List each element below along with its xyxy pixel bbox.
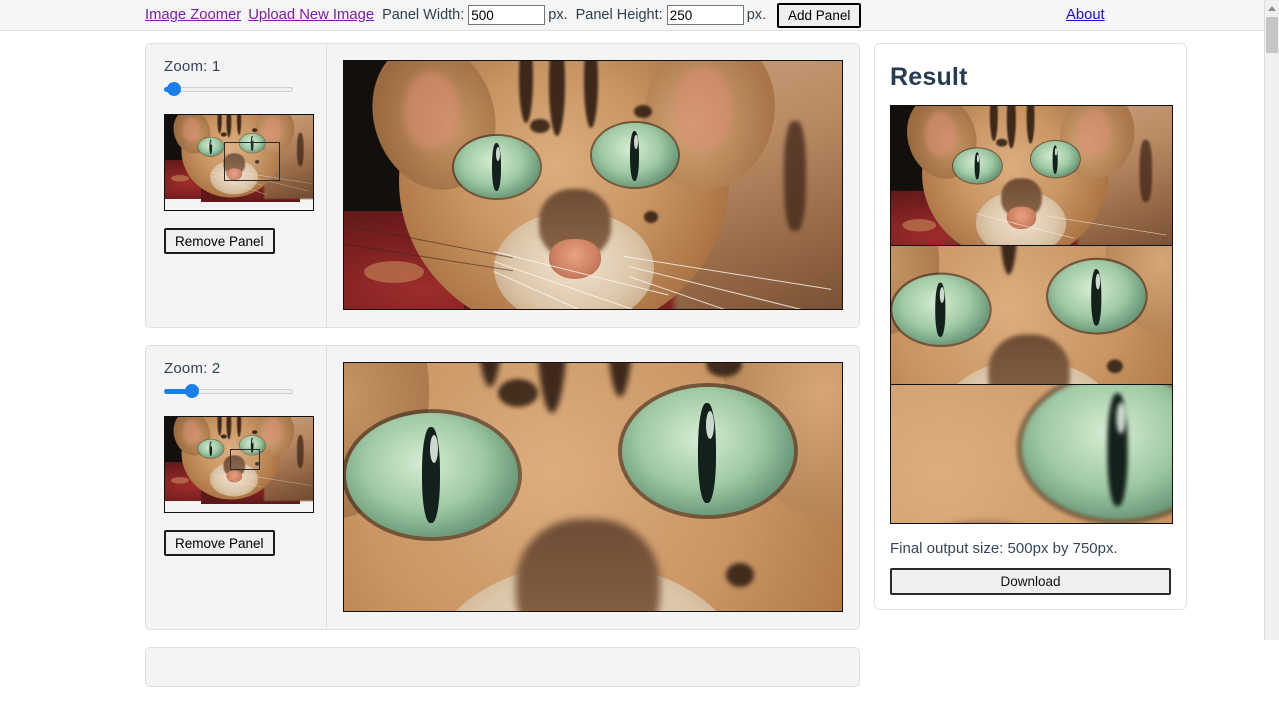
thumbnail-selection-box[interactable] [230, 449, 260, 471]
scrollbar-thumb[interactable] [1266, 17, 1278, 53]
panel-controls: Zoom: 2 Remove Panel [146, 346, 327, 629]
panel-preview-area [327, 44, 859, 327]
slider-thumb[interactable] [167, 82, 181, 96]
thumbnail-selection-box[interactable] [224, 141, 281, 182]
zoom-slider[interactable] [164, 384, 293, 398]
toolbar-controls-group: Image Zoomer Upload New Image Panel Widt… [145, 2, 862, 28]
result-slice [891, 106, 1172, 245]
main-content: Zoom: 1 Remove Panel Zoom: 2 Remove Pane… [0, 32, 1264, 687]
app-title-link[interactable]: Image Zoomer [145, 7, 241, 23]
panel-height-input[interactable] [666, 5, 744, 25]
remove-panel-button[interactable]: Remove Panel [164, 530, 275, 556]
preview-cat-image-zoom-1 [344, 61, 842, 309]
result-slice [891, 245, 1172, 384]
zoom-panel [145, 647, 860, 687]
panel-height-label: Panel Height: [575, 7, 663, 23]
zoom-panel: Zoom: 2 Remove Panel [145, 345, 860, 630]
download-button[interactable]: Download [890, 568, 1171, 595]
panel-height-unit: px. [746, 7, 767, 23]
result-cat-image-2 [891, 246, 1172, 384]
panel-controls: Zoom: 1 Remove Panel [146, 44, 327, 327]
zoom-slider[interactable] [164, 82, 293, 96]
panel-width-unit: px. [548, 7, 568, 23]
panel-preview-image[interactable] [343, 362, 843, 612]
panel-list: Zoom: 1 Remove Panel Zoom: 2 Remove Pane… [145, 43, 860, 704]
result-image-stack [890, 105, 1173, 524]
panel-thumbnail[interactable] [164, 416, 314, 513]
top-toolbar: Image Zoomer Upload New Image Panel Widt… [0, 0, 1264, 31]
result-size-text: Final output size: 500px by 750px. [890, 540, 1118, 557]
scroll-up-arrow-icon[interactable] [1265, 0, 1279, 16]
result-cat-image-1 [891, 106, 1172, 245]
add-panel-button[interactable]: Add Panel [777, 2, 862, 28]
zoom-level-label: Zoom: 1 [164, 58, 221, 75]
result-title: Result [890, 63, 968, 91]
slider-thumb[interactable] [185, 384, 199, 398]
panel-width-label: Panel Width: [382, 7, 465, 23]
result-cat-image-3 [891, 385, 1172, 523]
panel-preview-image[interactable] [343, 60, 843, 310]
panel-width-input[interactable] [468, 5, 546, 25]
slider-track [164, 87, 293, 92]
zoom-panel: Zoom: 1 Remove Panel [145, 43, 860, 328]
result-panel: Result Final output size: 500px by 750px… [874, 43, 1187, 610]
remove-panel-button[interactable]: Remove Panel [164, 228, 275, 254]
preview-cat-image-zoom-2 [344, 363, 842, 611]
panel-preview-area [327, 346, 859, 629]
page-scrollbar[interactable] [1264, 0, 1279, 640]
panel-thumbnail[interactable] [164, 114, 314, 211]
upload-new-image-link[interactable]: Upload New Image [248, 7, 374, 23]
result-slice [891, 384, 1172, 523]
zoom-level-label: Zoom: 2 [164, 360, 221, 377]
about-link[interactable]: About [1066, 7, 1105, 23]
